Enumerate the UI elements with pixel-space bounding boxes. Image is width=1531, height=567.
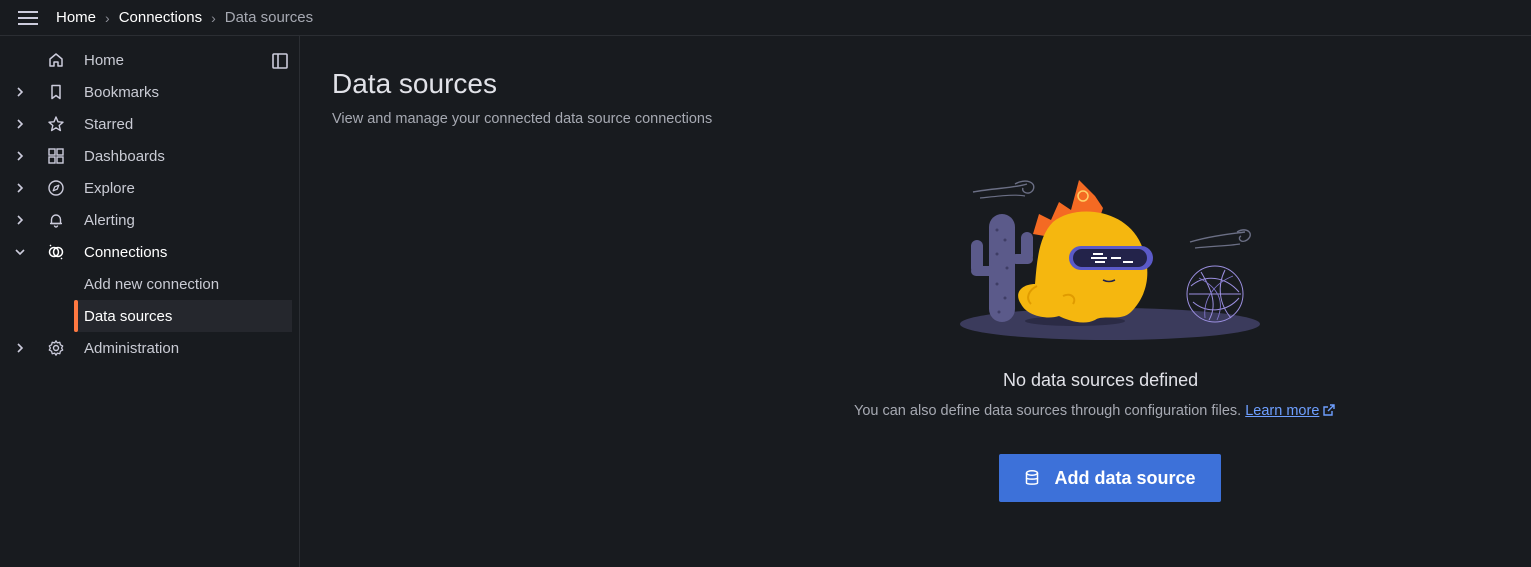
star-icon <box>48 116 64 132</box>
chevron-right-icon: › <box>105 9 110 26</box>
sidebar-subitem-add-new-connection[interactable]: Add new connection <box>74 268 292 300</box>
chevron-right-icon[interactable] <box>13 213 27 227</box>
sidebar-item-label: Administration <box>84 340 180 357</box>
empty-state-description-text: You can also define data sources through… <box>854 403 1242 419</box>
compass-icon <box>48 180 64 196</box>
sidebar-item-starred[interactable]: Starred <box>0 108 292 140</box>
sidebar-item-label: Dashboards <box>84 148 165 165</box>
empty-state-title: No data sources defined <box>1003 370 1199 390</box>
add-data-source-label: Add data source <box>1054 467 1196 488</box>
breadcrumb-home[interactable]: Home <box>56 9 96 26</box>
empty-state-illustration <box>960 180 1260 340</box>
chevron-right-icon[interactable] <box>13 149 27 163</box>
sidebar-item-label: Alerting <box>84 212 135 229</box>
breadcrumb-current: Data sources <box>224 9 314 26</box>
home-icon <box>49 53 63 67</box>
gear-icon <box>48 340 64 356</box>
sidebar-item-label: Starred <box>84 116 134 133</box>
sidebar-subitem-data-sources[interactable]: Data sources <box>74 300 292 332</box>
chevron-right-icon[interactable] <box>13 85 27 99</box>
database-icon <box>1026 470 1039 485</box>
chevron-down-icon[interactable] <box>13 245 27 259</box>
learn-more-label: Learn more <box>1245 403 1320 419</box>
chevron-right-icon[interactable] <box>13 117 27 131</box>
menu-toggle-button[interactable] <box>0 0 56 36</box>
hamburger-icon <box>18 10 38 25</box>
sidebar-item-alerting[interactable]: Alerting <box>0 204 292 236</box>
dashboards-icon <box>48 148 64 164</box>
chevron-right-icon[interactable] <box>13 341 27 355</box>
breadcrumb: Home › Connections › Data sources <box>56 9 313 26</box>
empty-state-description: You can also define data sources through… <box>854 403 1336 419</box>
sidebar-item-label: Home <box>84 52 125 69</box>
sidebar-item-label: Explore <box>84 180 135 197</box>
sidebar-item-connections[interactable]: Connections <box>0 236 292 268</box>
page-title: Data sources <box>332 68 497 99</box>
active-indicator <box>74 300 78 332</box>
sidebar-item-bookmarks[interactable]: Bookmarks <box>0 76 292 108</box>
sidebar-item-dashboards[interactable]: Dashboards <box>0 140 292 172</box>
sidebar-item-home[interactable]: Home <box>0 44 292 76</box>
page-subtitle: View and manage your connected data sour… <box>332 111 713 127</box>
sidebar-subitem-label: Add new connection <box>84 276 220 293</box>
external-link-icon <box>1323 404 1336 416</box>
add-data-source-button[interactable]: Add data source <box>999 454 1221 502</box>
sidebar: Home Bookmarks Starred Dashboards Explor… <box>0 36 300 567</box>
connections-icon <box>48 244 64 260</box>
bell-icon <box>50 214 62 228</box>
learn-more-link[interactable]: Learn more <box>1245 403 1336 419</box>
breadcrumb-connections[interactable]: Connections <box>119 9 202 26</box>
top-bar: Home › Connections › Data sources <box>0 0 1531 36</box>
chevron-right-icon[interactable] <box>13 181 27 195</box>
main-content: Data sources View and manage your connec… <box>300 36 1531 567</box>
sidebar-item-administration[interactable]: Administration <box>0 332 292 364</box>
sidebar-item-explore[interactable]: Explore <box>0 172 292 204</box>
chevron-right-icon: › <box>211 9 216 26</box>
bookmark-icon <box>51 84 61 100</box>
sidebar-item-label: Bookmarks <box>84 84 160 101</box>
sidebar-subitem-label: Data sources <box>84 308 173 325</box>
sidebar-item-label: Connections <box>84 244 168 261</box>
